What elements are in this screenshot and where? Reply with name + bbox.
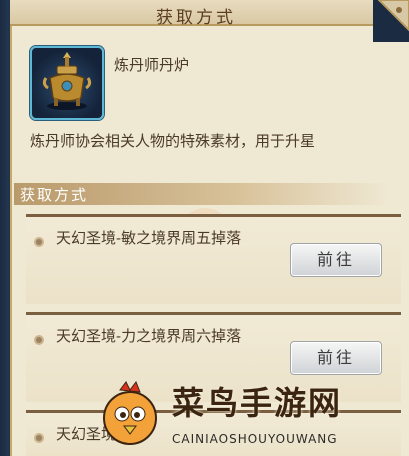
goto-button[interactable]: 前往: [290, 341, 382, 375]
route-text: 天幻圣境-力之境界周六掉落: [56, 327, 242, 345]
close-corner-icon[interactable]: [373, 0, 409, 42]
bullet-icon: [34, 433, 44, 443]
furnace-icon: [42, 52, 92, 110]
watermark-subtitle: CAINIAOSHOUYOUWANG: [172, 432, 338, 446]
section-title: 获取方式: [20, 186, 89, 204]
route-row: 天幻圣境-敏之境界周五掉落 前往: [26, 214, 401, 304]
bullet-icon: [34, 335, 44, 345]
goto-button-label: 前往: [316, 348, 355, 367]
title-bar: 获取方式: [10, 0, 382, 28]
bullet-icon: [34, 237, 44, 247]
goto-button[interactable]: 前往: [290, 243, 382, 277]
dialog-title: 获取方式: [156, 8, 236, 28]
goto-button-label: 前往: [316, 250, 355, 269]
rooster-logo-icon: [103, 380, 157, 445]
item-description: 炼丹师协会相关人物的特殊素材，用于升星: [30, 132, 316, 150]
alchemy-furnace-icon[interactable]: [30, 46, 104, 120]
item-name: 炼丹师丹炉: [114, 56, 190, 74]
route-text: 天幻圣境-敏之境界周五掉落: [56, 229, 242, 247]
watermark-title: 菜鸟手游网: [172, 384, 343, 422]
section-header: 获取方式: [14, 183, 389, 205]
